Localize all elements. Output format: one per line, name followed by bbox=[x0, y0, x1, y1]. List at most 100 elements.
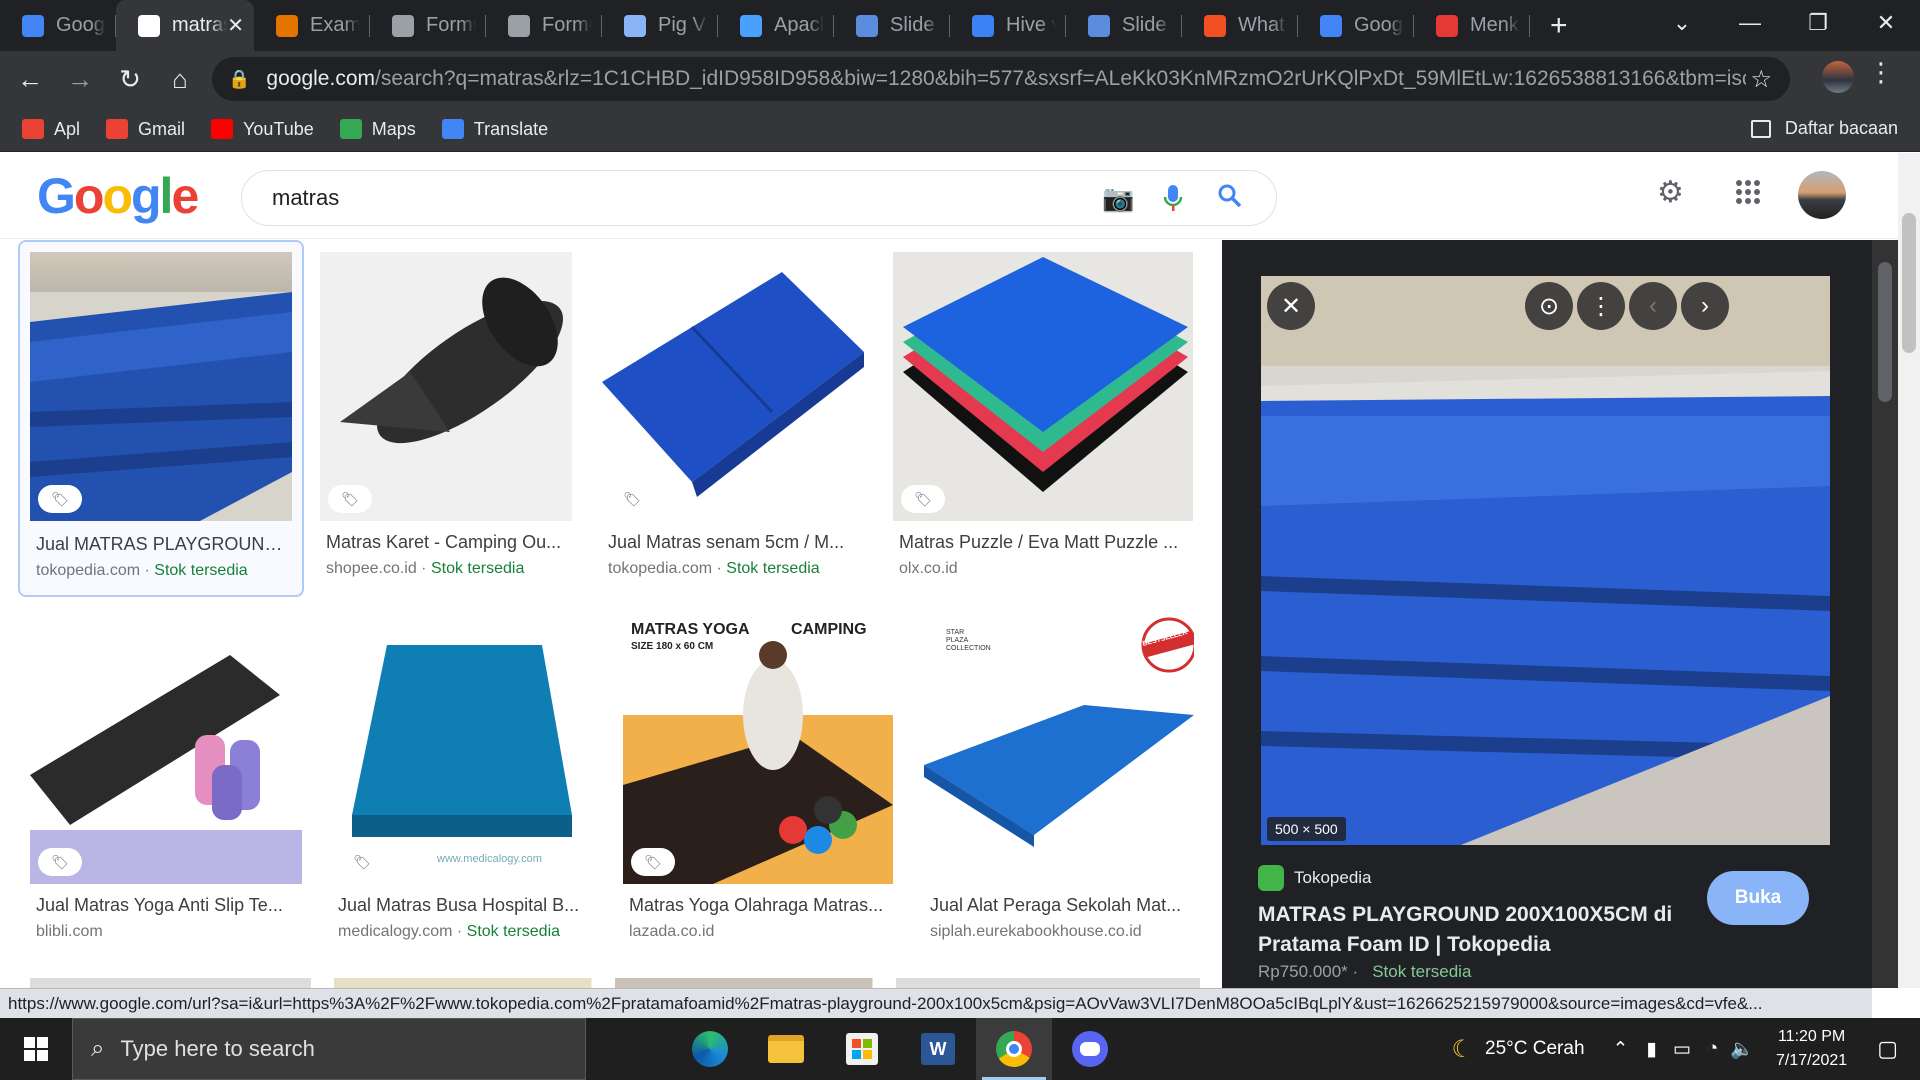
tab-close-icon[interactable]: ✕ bbox=[227, 13, 244, 38]
browser-tab[interactable]: Pig Vs bbox=[602, 0, 718, 51]
result-card[interactable]: MATRAS YOGA CAMPING SIZE 180 x 60 CM 🏷 M… bbox=[623, 615, 893, 955]
browser-tab[interactable]: Formul bbox=[370, 0, 486, 51]
bookmark-item[interactable]: Translate bbox=[441, 119, 548, 140]
profile-avatar[interactable] bbox=[1822, 61, 1854, 93]
usb-icon[interactable]: ▮ bbox=[1646, 1038, 1656, 1061]
result-thumbnail[interactable]: 🏷 bbox=[30, 615, 302, 884]
page-scrollbar[interactable] bbox=[1898, 153, 1920, 988]
scrollbar-thumb[interactable] bbox=[1878, 262, 1892, 402]
result-title[interactable]: Jual Matras Busa Hospital B... bbox=[338, 895, 588, 916]
volume-icon[interactable]: 🔈 bbox=[1730, 1037, 1754, 1061]
lens-search-icon[interactable]: ⊙ bbox=[1525, 282, 1573, 330]
result-card[interactable]: 🏷 Jual Matras senam 5cm / M... tokopedia… bbox=[602, 252, 864, 592]
lock-icon[interactable]: 🔒 bbox=[228, 69, 250, 90]
panel-title[interactable]: MATRAS PLAYGROUND 200X100X5CM di Pratama… bbox=[1258, 900, 1698, 960]
settings-gear-icon[interactable]: ⚙ bbox=[1657, 175, 1684, 210]
panel-scrollbar[interactable] bbox=[1872, 240, 1898, 988]
battery-icon[interactable]: ▭ bbox=[1673, 1038, 1691, 1061]
browser-tab[interactable]: Google bbox=[0, 0, 116, 51]
chrome-app-icon[interactable] bbox=[976, 1018, 1052, 1080]
tray-chevron-icon[interactable]: ⌃ bbox=[1613, 1038, 1629, 1061]
more-options-icon[interactable]: ⋮ bbox=[1577, 282, 1625, 330]
taskbar-search[interactable]: ⌕ Type here to search bbox=[72, 1018, 586, 1080]
bookmark-item[interactable]: Apl bbox=[22, 119, 80, 140]
browser-tab[interactable]: Formul bbox=[486, 0, 602, 51]
result-card[interactable]: 🏷 Matras Puzzle / Eva Matt Puzzle ... ol… bbox=[893, 252, 1193, 592]
result-thumbnail[interactable]: 🏷 bbox=[893, 252, 1193, 521]
start-button[interactable] bbox=[0, 1018, 72, 1080]
result-thumbnail[interactable]: STAR PLAZA COLLECTION BESTSELLER bbox=[924, 615, 1194, 884]
back-button[interactable]: ← bbox=[10, 59, 50, 99]
new-tab-button[interactable]: + bbox=[1550, 0, 1568, 51]
result-card[interactable]: STAR PLAZA COLLECTION BESTSELLER Jual Al… bbox=[924, 615, 1194, 955]
search-box[interactable]: matras 📷 bbox=[241, 170, 1277, 226]
browser-tab[interactable]: Exam C bbox=[254, 0, 370, 51]
browser-tab[interactable]: Hive vs bbox=[950, 0, 1066, 51]
next-icon[interactable]: › bbox=[1681, 282, 1729, 330]
home-button[interactable]: ⌂ bbox=[160, 59, 200, 99]
browser-tab[interactable]: Slide 1 bbox=[834, 0, 950, 51]
result-title[interactable]: Matras Puzzle / Eva Matt Puzzle ... bbox=[899, 532, 1189, 553]
result-card[interactable]: 🏷 Jual MATRAS PLAYGROUND... tokopedia.co… bbox=[18, 240, 304, 597]
browser-tab[interactable]: Apache bbox=[718, 0, 834, 51]
clock[interactable]: 11:20 PM 7/17/2021 bbox=[1776, 1025, 1847, 1073]
forward-button[interactable]: → bbox=[60, 59, 100, 99]
browser-tab[interactable]: Slide 1 bbox=[1066, 0, 1182, 51]
clock-time: 11:20 PM bbox=[1777, 1028, 1846, 1045]
discord-app-icon[interactable] bbox=[1052, 1018, 1128, 1080]
restore-button[interactable]: ❐ bbox=[1784, 10, 1852, 36]
search-input[interactable]: matras bbox=[272, 185, 339, 211]
close-icon[interactable]: ✕ bbox=[1267, 282, 1315, 330]
close-window-button[interactable]: ✕ bbox=[1852, 10, 1920, 36]
preview-image[interactable]: ✕ ⊙ ⋮ ‹ › 500 × 500 bbox=[1261, 276, 1830, 845]
result-thumbnail[interactable]: 🏷 bbox=[602, 252, 864, 521]
minimize-button[interactable]: — bbox=[1716, 10, 1784, 36]
result-thumbnail[interactable]: 🏷 bbox=[30, 252, 292, 521]
open-button[interactable]: Buka bbox=[1707, 871, 1809, 925]
scrollbar-thumb[interactable] bbox=[1902, 213, 1916, 353]
bookmark-item[interactable]: Maps bbox=[339, 119, 416, 140]
apps-grid-icon[interactable] bbox=[1735, 179, 1761, 213]
hive-icon bbox=[972, 14, 994, 37]
file-explorer-icon[interactable] bbox=[748, 1018, 824, 1080]
tab-title: matras bbox=[172, 14, 228, 36]
tab-search-icon[interactable]: ⌄ bbox=[1648, 10, 1716, 36]
weather-label[interactable]: 25°C Cerah bbox=[1485, 1038, 1584, 1060]
word-app-icon[interactable]: W bbox=[900, 1018, 976, 1080]
address-bar[interactable]: 🔒 google.com/search?q=matras&rlz=1C1CHBD… bbox=[212, 57, 1790, 101]
result-card[interactable]: 🏷 Matras Karet - Camping Ou... shopee.co… bbox=[320, 252, 572, 592]
edge-app-icon[interactable] bbox=[672, 1018, 748, 1080]
result-thumbnail[interactable]: www.medicalogy.com 🏷 bbox=[332, 615, 594, 884]
browser-tab[interactable]: Google bbox=[1298, 0, 1414, 51]
browser-tab[interactable]: matras ✕ bbox=[116, 0, 254, 51]
notifications-icon[interactable]: ▢ bbox=[1877, 1036, 1898, 1062]
result-title[interactable]: Jual MATRAS PLAYGROUND... bbox=[36, 534, 290, 555]
result-card[interactable]: 🏷 Jual Matras Yoga Anti Slip Te... blibl… bbox=[30, 615, 302, 955]
apache-icon bbox=[740, 14, 762, 37]
google-logo[interactable]: Google bbox=[37, 167, 199, 225]
previous-icon[interactable]: ‹ bbox=[1629, 282, 1677, 330]
result-title[interactable]: Jual Alat Peraga Sekolah Mat... bbox=[930, 895, 1188, 916]
camera-icon[interactable]: 📷 bbox=[1102, 183, 1134, 214]
wifi-icon[interactable]: ◔ bbox=[1707, 1038, 1718, 1060]
result-title[interactable]: Matras Yoga Olahraga Matras... bbox=[629, 895, 887, 916]
result-thumbnail[interactable]: MATRAS YOGA CAMPING SIZE 180 x 60 CM 🏷 bbox=[623, 615, 893, 884]
result-title[interactable]: Matras Karet - Camping Ou... bbox=[326, 532, 566, 553]
account-avatar[interactable] bbox=[1798, 171, 1846, 219]
result-card[interactable]: www.medicalogy.com 🏷 Jual Matras Busa Ho… bbox=[332, 615, 594, 955]
reload-button[interactable]: ↻ bbox=[110, 59, 150, 99]
browser-tab[interactable]: What is bbox=[1182, 0, 1298, 51]
bookmark-item[interactable]: Gmail bbox=[106, 119, 185, 140]
result-title[interactable]: Jual Matras senam 5cm / M... bbox=[608, 532, 858, 553]
store-app-icon[interactable] bbox=[824, 1018, 900, 1080]
result-thumbnail[interactable]: 🏷 bbox=[320, 252, 572, 521]
reading-list-button[interactable]: Daftar bacaan bbox=[1750, 118, 1898, 139]
search-icon[interactable] bbox=[1217, 183, 1243, 216]
bookmark-star-icon[interactable]: ☆ bbox=[1750, 65, 1772, 94]
microphone-icon[interactable] bbox=[1162, 183, 1184, 220]
chrome-menu-icon[interactable]: ⋮ bbox=[1868, 57, 1894, 88]
result-title[interactable]: Jual Matras Yoga Anti Slip Te... bbox=[36, 895, 296, 916]
panel-source[interactable]: Tokopedia bbox=[1258, 865, 1372, 891]
bookmark-item[interactable]: YouTube bbox=[211, 119, 314, 140]
browser-tab[interactable]: Menko bbox=[1414, 0, 1530, 51]
